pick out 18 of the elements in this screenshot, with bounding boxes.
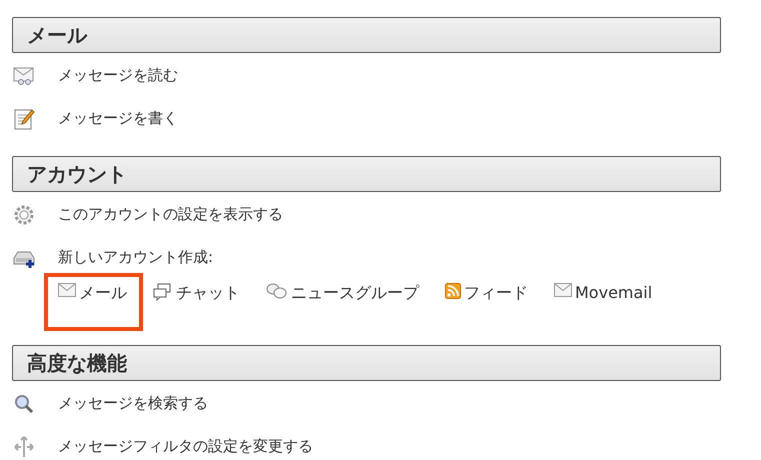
action-link[interactable]: このアカウントの設定を表示する bbox=[58, 205, 283, 224]
action-link[interactable]: メッセージを検索する bbox=[58, 394, 208, 413]
action-link[interactable]: メッセージを書く bbox=[58, 109, 178, 128]
new-account-label: 新しいアカウント作成: bbox=[58, 248, 214, 267]
action-link[interactable]: メッセージを読む bbox=[58, 66, 178, 85]
envelope-icon bbox=[554, 283, 572, 297]
section-header: 高度な機能 bbox=[12, 345, 721, 381]
rss-icon bbox=[445, 283, 461, 299]
action-link[interactable]: メッセージフィルタの設定を変更する bbox=[58, 437, 313, 456]
chat-bubbles-icon bbox=[153, 283, 173, 301]
speech-bubbles-icon bbox=[266, 283, 288, 301]
account-type-link[interactable]: メール bbox=[44, 273, 143, 331]
arrows-icon bbox=[12, 434, 36, 458]
section-header: メール bbox=[12, 17, 721, 53]
envelope-icon bbox=[58, 283, 76, 297]
settings-icon bbox=[12, 202, 36, 226]
section-header: アカウント bbox=[12, 156, 721, 192]
notepad-pencil-icon bbox=[12, 106, 36, 130]
